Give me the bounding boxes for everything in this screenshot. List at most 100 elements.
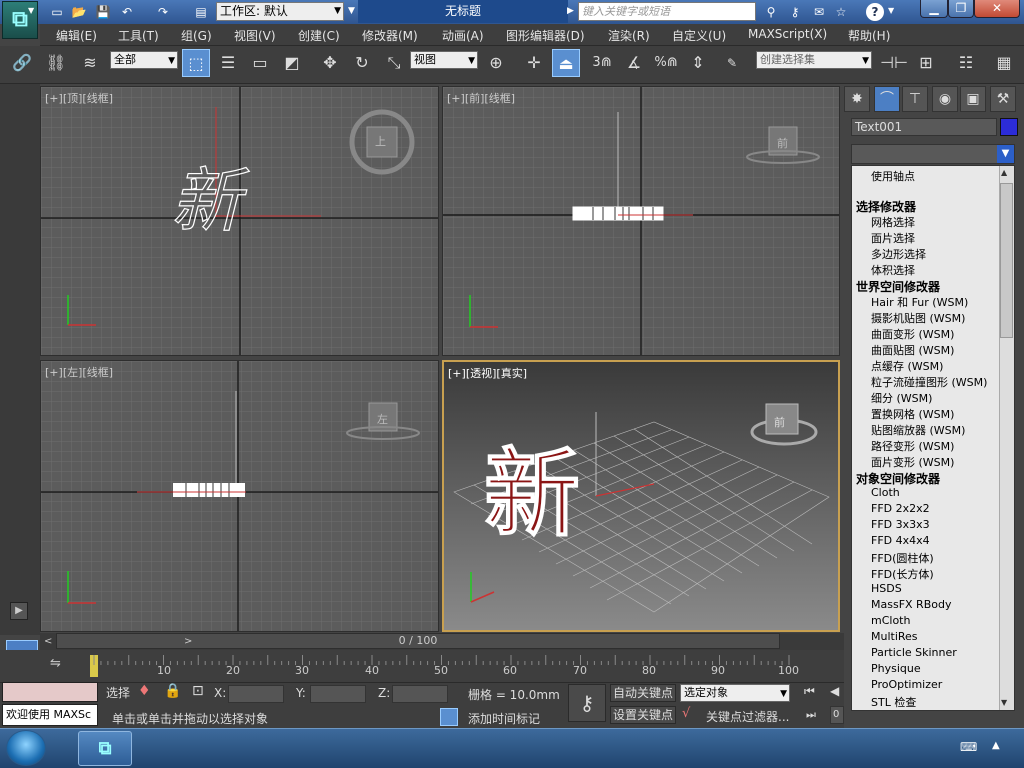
- modifier-list-item[interactable]: 摄影机贴图 (WSM): [871, 310, 965, 326]
- binoculars-icon[interactable]: ⚲: [762, 3, 780, 21]
- viewport-name[interactable]: [顶]: [63, 92, 83, 105]
- modifier-list-item[interactable]: MassFX RBody: [871, 598, 951, 611]
- modify-tab-icon[interactable]: ⌒: [874, 86, 900, 112]
- viewport-left[interactable]: [+][左][线框] 左: [40, 360, 439, 632]
- expand-panel-icon[interactable]: ▶: [10, 602, 28, 620]
- object-name-field[interactable]: Text001: [851, 118, 997, 136]
- key-filters-icon[interactable]: √: [682, 706, 690, 721]
- layer-manager-icon[interactable]: ☷: [952, 49, 980, 77]
- modifier-list-item[interactable]: 路径变形 (WSM): [871, 438, 954, 454]
- save-icon[interactable]: 💾: [94, 3, 112, 21]
- prev-key-icon[interactable]: ◀: [830, 684, 839, 698]
- add-time-tag[interactable]: 添加时间标记: [468, 710, 540, 727]
- modifier-list-item[interactable]: 置换网格 (WSM): [871, 406, 954, 422]
- modifier-list-item[interactable]: HSDS: [871, 582, 902, 595]
- viewport-name[interactable]: [透视]: [466, 367, 497, 380]
- spinner-snap-icon[interactable]: ⇕: [684, 49, 712, 77]
- modifier-list-item[interactable]: 点缓存 (WSM): [871, 358, 943, 374]
- viewport-name[interactable]: [前]: [465, 92, 485, 105]
- modifier-list-dropdown[interactable]: [851, 144, 1015, 164]
- modifier-list-item[interactable]: Cloth: [871, 486, 900, 499]
- viewport-menu-plus[interactable]: [+]: [45, 92, 63, 105]
- motion-tab-icon[interactable]: ◉: [932, 86, 958, 112]
- help-menu-arrow-icon[interactable]: ▼: [888, 6, 894, 15]
- search-input[interactable]: 键入关键字或短语: [578, 2, 756, 21]
- modifier-list-item[interactable]: 多边形选择: [871, 246, 926, 262]
- viewcube-face-label[interactable]: 左: [377, 411, 388, 427]
- keyboard-icon[interactable]: ⌨: [960, 740, 977, 754]
- absolute-mode-icon[interactable]: ⊡: [192, 683, 204, 699]
- angle-snap-icon[interactable]: ∡: [620, 49, 648, 77]
- goto-start-icon[interactable]: ⏮: [804, 684, 815, 699]
- taskbar-3dsmax-button[interactable]: ⧉: [78, 731, 132, 766]
- bind-space-warp-icon[interactable]: ≋: [76, 49, 104, 77]
- viewcube-face-label[interactable]: 上: [375, 133, 386, 149]
- viewport-front-label[interactable]: [+][前][线框]: [447, 90, 515, 106]
- modifier-list-item[interactable]: 面片变形 (WSM): [871, 454, 954, 470]
- minimize-button[interactable]: ▁: [920, 0, 948, 18]
- unlink-icon[interactable]: ⛓: [42, 49, 70, 77]
- menu-modifiers[interactable]: 修改器(M): [362, 27, 418, 44]
- modifier-list-item[interactable]: 贴图缩放器 (WSM): [871, 422, 965, 438]
- modifier-list-item[interactable]: STL 检查: [871, 694, 916, 710]
- time-slider[interactable]: 0 / 100: [56, 633, 780, 649]
- modifier-list-item[interactable]: Hair 和 Fur (WSM): [871, 294, 968, 310]
- windows-start-button[interactable]: [6, 730, 46, 766]
- modifier-list-item[interactable]: FFD 4x4x4: [871, 534, 930, 547]
- communication-center-icon[interactable]: ✉: [810, 3, 828, 21]
- viewport-front[interactable]: [+][前][线框] 前: [442, 86, 840, 356]
- key-mode-icon[interactable]: ⏭: [806, 708, 816, 722]
- redo-icon[interactable]: ↷: [154, 3, 172, 21]
- tray-expand-icon[interactable]: ▲: [992, 740, 1000, 751]
- select-and-manipulate-icon[interactable]: ✛: [520, 49, 548, 77]
- lock-selection-icon[interactable]: 🔒: [164, 683, 181, 699]
- search-expand-icon[interactable]: ▶: [567, 6, 574, 16]
- top-text-object[interactable]: 新: [170, 159, 250, 242]
- auto-key-button[interactable]: 自动关键点: [610, 684, 676, 702]
- modifier-list-item[interactable]: 网格选择: [871, 214, 915, 230]
- modifier-list-item[interactable]: 曲面变形 (WSM): [871, 326, 954, 342]
- open-mini-curve-editor-icon[interactable]: ⇋: [50, 656, 61, 671]
- scroll-thumb[interactable]: [1000, 183, 1013, 338]
- menu-help[interactable]: 帮助(H): [848, 27, 890, 44]
- prev-frame-icon[interactable]: <: [44, 636, 52, 647]
- help-icon[interactable]: ?: [866, 3, 884, 21]
- viewport-left-label[interactable]: [+][左][线框]: [45, 364, 113, 380]
- menu-maxscript[interactable]: MAXScript(X): [748, 27, 827, 41]
- menu-graph-editors[interactable]: 图形编辑器(D): [506, 27, 585, 44]
- keyboard-shortcut-override-icon[interactable]: ⏏: [552, 49, 580, 77]
- menu-edit[interactable]: 编辑(E): [56, 27, 97, 44]
- chevron-down-icon[interactable]: ▼: [997, 145, 1014, 163]
- scroll-down-icon[interactable]: ▼: [1001, 698, 1007, 707]
- utilities-tab-icon[interactable]: ⚒: [990, 86, 1016, 112]
- new-file-icon[interactable]: ▭: [48, 3, 66, 21]
- modifier-list-item[interactable]: FFD 3x3x3: [871, 518, 930, 531]
- next-frame-icon[interactable]: >: [184, 636, 192, 647]
- key-filter-dropdown[interactable]: 选定对象 ▼: [680, 684, 790, 702]
- modifier-list-item[interactable]: mCloth: [871, 614, 910, 627]
- percent-snap-icon[interactable]: %⋒: [652, 49, 680, 77]
- menu-customize[interactable]: 自定义(U): [672, 27, 726, 44]
- menu-animation[interactable]: 动画(A): [442, 27, 484, 44]
- scale-icon[interactable]: ⤡: [380, 49, 408, 77]
- workspace-menu-arrow-icon[interactable]: ▼: [348, 6, 355, 16]
- link-icon[interactable]: 🔗: [8, 49, 36, 77]
- key-icon[interactable]: ⚷: [786, 3, 804, 21]
- project-folder-icon[interactable]: ▤: [192, 3, 210, 21]
- perspective-text-object[interactable]: 新: [483, 437, 580, 550]
- viewcube-face-label[interactable]: 前: [774, 414, 785, 430]
- edit-named-selection-icon[interactable]: ✎: [718, 49, 746, 77]
- select-object-icon[interactable]: ⬚: [182, 49, 210, 77]
- display-tab-icon[interactable]: ▣: [960, 86, 986, 112]
- modifier-list-item[interactable]: 细分 (WSM): [871, 390, 932, 406]
- viewport-menu-plus[interactable]: [+]: [45, 366, 63, 379]
- graphite-ribbon-icon[interactable]: ▦: [990, 49, 1018, 77]
- app-menu-arrow-icon[interactable]: ▼: [28, 6, 34, 15]
- modifier-list-item[interactable]: FFD 2x2x2: [871, 502, 930, 515]
- move-icon[interactable]: ✥: [316, 49, 344, 77]
- workspace-dropdown[interactable]: 工作区: 默认 ▼: [216, 2, 344, 21]
- named-selection-set-dropdown[interactable]: 创建选择集 ▼: [756, 51, 872, 69]
- snap-toggle-icon[interactable]: 3⋒: [588, 49, 616, 77]
- z-coordinate-input[interactable]: [392, 685, 448, 703]
- align-icon[interactable]: ⊞: [912, 49, 940, 77]
